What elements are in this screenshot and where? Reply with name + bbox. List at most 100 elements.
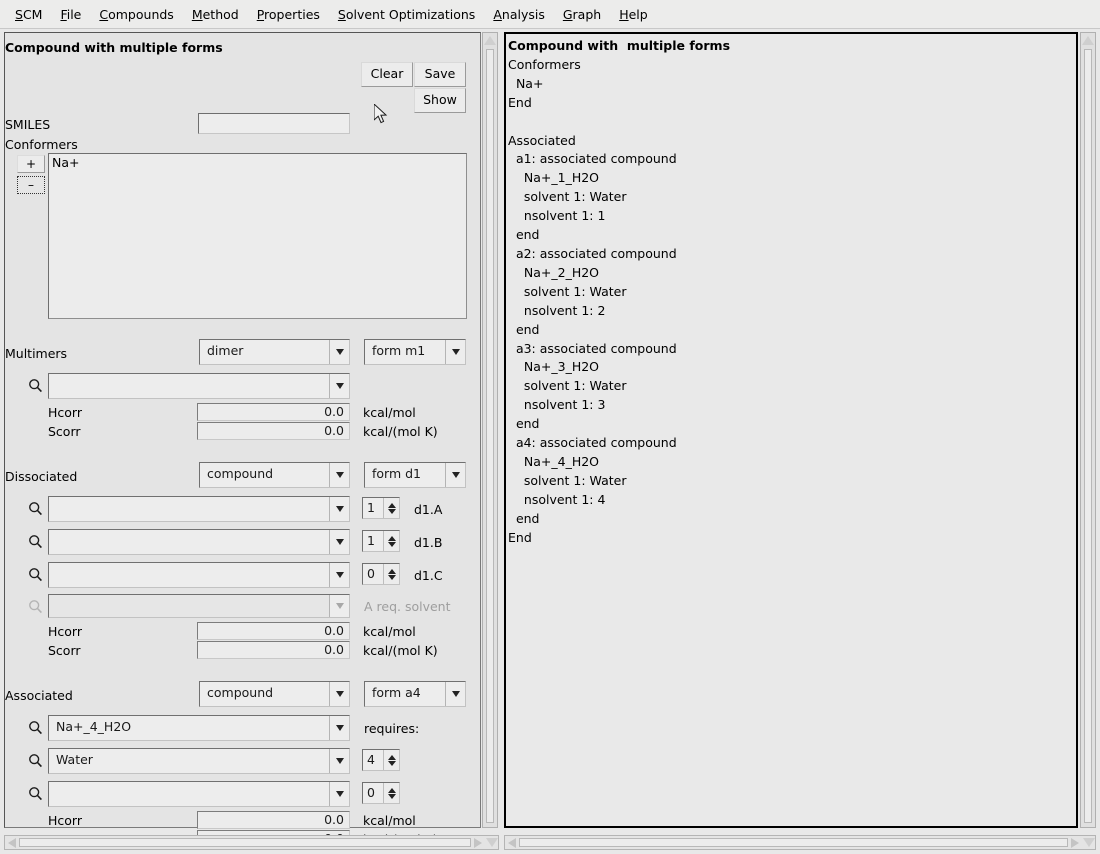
multimers-scorr-unit: kcal/(mol K) bbox=[363, 424, 438, 439]
left-horizontal-scrollbar[interactable] bbox=[4, 835, 499, 850]
scroll-down-arrow-icon[interactable] bbox=[486, 838, 498, 847]
scroll-right-arrow-icon[interactable] bbox=[1071, 838, 1079, 848]
dissociated-form-combobox[interactable]: form d1 bbox=[364, 462, 466, 488]
menu-item-solvent-optimizations[interactable]: Solvent Optimizations bbox=[329, 4, 484, 25]
multimers-type-combobox[interactable]: dimer bbox=[199, 339, 350, 365]
conformers-listbox[interactable]: Na+ bbox=[48, 153, 467, 319]
spinner-arrows[interactable] bbox=[383, 783, 399, 803]
associated-form-value: form a4 bbox=[365, 682, 445, 706]
dissociated-count-value-b[interactable]: 1 bbox=[363, 531, 383, 551]
scroll-thumb[interactable] bbox=[486, 49, 494, 823]
multimers-hcorr-label: Hcorr bbox=[48, 405, 82, 420]
scroll-thumb[interactable] bbox=[519, 838, 1068, 847]
scroll-thumb[interactable] bbox=[1084, 49, 1092, 823]
spinner-arrows[interactable] bbox=[383, 498, 399, 518]
conformer-remove-button[interactable]: – bbox=[17, 176, 45, 194]
scroll-thumb[interactable] bbox=[19, 838, 471, 847]
smiles-input[interactable] bbox=[198, 113, 350, 134]
associated-solvent-combobox-2[interactable]: Water bbox=[48, 748, 350, 774]
associated-hcorr-label: Hcorr bbox=[48, 813, 82, 828]
menu-item-graph[interactable]: Graph bbox=[554, 4, 610, 25]
chevron-down-icon[interactable] bbox=[329, 340, 349, 364]
menu-item-analysis[interactable]: Analysis bbox=[484, 4, 554, 25]
dissociated-count-value-a[interactable]: 1 bbox=[363, 498, 383, 518]
list-item[interactable]: Na+ bbox=[52, 155, 463, 170]
search-icon[interactable] bbox=[25, 716, 45, 738]
dissociated-count-spinner-b[interactable]: 1 bbox=[362, 530, 400, 552]
search-icon[interactable] bbox=[25, 374, 45, 396]
dissociated-req-solvent-label: A req. solvent bbox=[364, 599, 451, 614]
chevron-down-icon[interactable] bbox=[329, 563, 349, 587]
dissociated-count-value-c[interactable]: 0 bbox=[363, 564, 383, 584]
save-button[interactable]: Save bbox=[414, 62, 466, 87]
left-vertical-scrollbar[interactable] bbox=[482, 32, 498, 828]
menu-item-properties[interactable]: Properties bbox=[248, 4, 329, 25]
search-icon[interactable] bbox=[25, 497, 45, 519]
page-title: Compound with multiple forms bbox=[5, 40, 223, 55]
multimers-form-combobox[interactable]: form m1 bbox=[364, 339, 466, 365]
scroll-up-arrow-icon[interactable] bbox=[484, 36, 496, 45]
dissociated-solvent-value bbox=[49, 595, 329, 617]
spinner-arrows[interactable] bbox=[383, 750, 399, 770]
chevron-down-icon[interactable] bbox=[329, 682, 349, 706]
associated-count-value-2[interactable]: 4 bbox=[363, 750, 383, 770]
menu-item-method[interactable]: Method bbox=[183, 4, 248, 25]
associated-requires-label: requires: bbox=[364, 721, 419, 736]
chevron-down-icon[interactable] bbox=[329, 463, 349, 487]
menu-item-file[interactable]: File bbox=[51, 4, 90, 25]
associated-count-value-3[interactable]: 0 bbox=[363, 783, 383, 803]
associated-type-combobox[interactable]: compound bbox=[199, 681, 350, 707]
dissociated-hcorr-value[interactable]: 0.0 bbox=[197, 622, 350, 640]
menu-item-compounds[interactable]: Compounds bbox=[90, 4, 182, 25]
associated-form-combobox[interactable]: form a4 bbox=[364, 681, 466, 707]
dissociated-compound-combobox-a[interactable] bbox=[48, 496, 350, 522]
show-button[interactable]: Show bbox=[414, 88, 466, 113]
dissociated-count-spinner-a[interactable]: 1 bbox=[362, 497, 400, 519]
scroll-left-arrow-icon[interactable] bbox=[8, 838, 16, 848]
associated-label: Associated bbox=[5, 688, 73, 703]
search-icon[interactable] bbox=[25, 749, 45, 771]
associated-compound-combobox-1[interactable]: Na+_4_H2O bbox=[48, 715, 350, 741]
dissociated-solvent-combobox bbox=[48, 594, 350, 618]
dissociated-tag-c: d1.C bbox=[414, 568, 443, 583]
associated-count-spinner-3[interactable]: 0 bbox=[362, 782, 400, 804]
associated-count-spinner-2[interactable]: 4 bbox=[362, 749, 400, 771]
search-icon[interactable] bbox=[25, 782, 45, 804]
scroll-down-arrow-icon[interactable] bbox=[1083, 838, 1095, 847]
associated-hcorr-value[interactable]: 0.0 bbox=[197, 811, 350, 828]
compound-preview-textview[interactable]: Compound with multiple forms Conformers … bbox=[504, 32, 1078, 828]
spinner-arrows[interactable] bbox=[383, 564, 399, 584]
scroll-up-arrow-icon[interactable] bbox=[1082, 36, 1094, 45]
search-icon[interactable] bbox=[25, 563, 45, 585]
spinner-arrows[interactable] bbox=[383, 531, 399, 551]
dissociated-type-combobox[interactable]: compound bbox=[199, 462, 350, 488]
chevron-down-icon[interactable] bbox=[445, 463, 465, 487]
multimers-hcorr-value[interactable]: 0.0 bbox=[197, 403, 350, 421]
scroll-right-arrow-icon[interactable] bbox=[474, 838, 482, 848]
dissociated-count-spinner-c[interactable]: 0 bbox=[362, 563, 400, 585]
multimers-scorr-value[interactable]: 0.0 bbox=[197, 422, 350, 440]
chevron-down-icon[interactable] bbox=[445, 682, 465, 706]
dissociated-compound-combobox-b[interactable] bbox=[48, 529, 350, 555]
dissociated-scorr-value[interactable]: 0.0 bbox=[197, 641, 350, 659]
right-horizontal-scrollbar[interactable] bbox=[504, 835, 1096, 850]
menu-item-help[interactable]: Help bbox=[610, 4, 657, 25]
multimers-compound-value bbox=[49, 374, 329, 398]
search-icon[interactable] bbox=[25, 530, 45, 552]
dissociated-scorr-unit: kcal/(mol K) bbox=[363, 643, 438, 658]
associated-solvent-combobox-3[interactable] bbox=[48, 781, 350, 807]
chevron-down-icon[interactable] bbox=[329, 497, 349, 521]
multimers-compound-combobox[interactable] bbox=[48, 373, 350, 399]
right-vertical-scrollbar[interactable] bbox=[1080, 32, 1096, 828]
chevron-down-icon[interactable] bbox=[329, 782, 349, 806]
conformer-add-button[interactable]: + bbox=[17, 155, 45, 173]
chevron-down-icon[interactable] bbox=[445, 340, 465, 364]
chevron-down-icon[interactable] bbox=[329, 716, 349, 740]
dissociated-compound-combobox-c[interactable] bbox=[48, 562, 350, 588]
clear-button[interactable]: Clear bbox=[361, 62, 413, 87]
menu-item-scm[interactable]: SCM bbox=[6, 4, 51, 25]
chevron-down-icon[interactable] bbox=[329, 749, 349, 773]
chevron-down-icon[interactable] bbox=[329, 530, 349, 554]
chevron-down-icon[interactable] bbox=[329, 374, 349, 398]
scroll-left-arrow-icon[interactable] bbox=[508, 838, 516, 848]
